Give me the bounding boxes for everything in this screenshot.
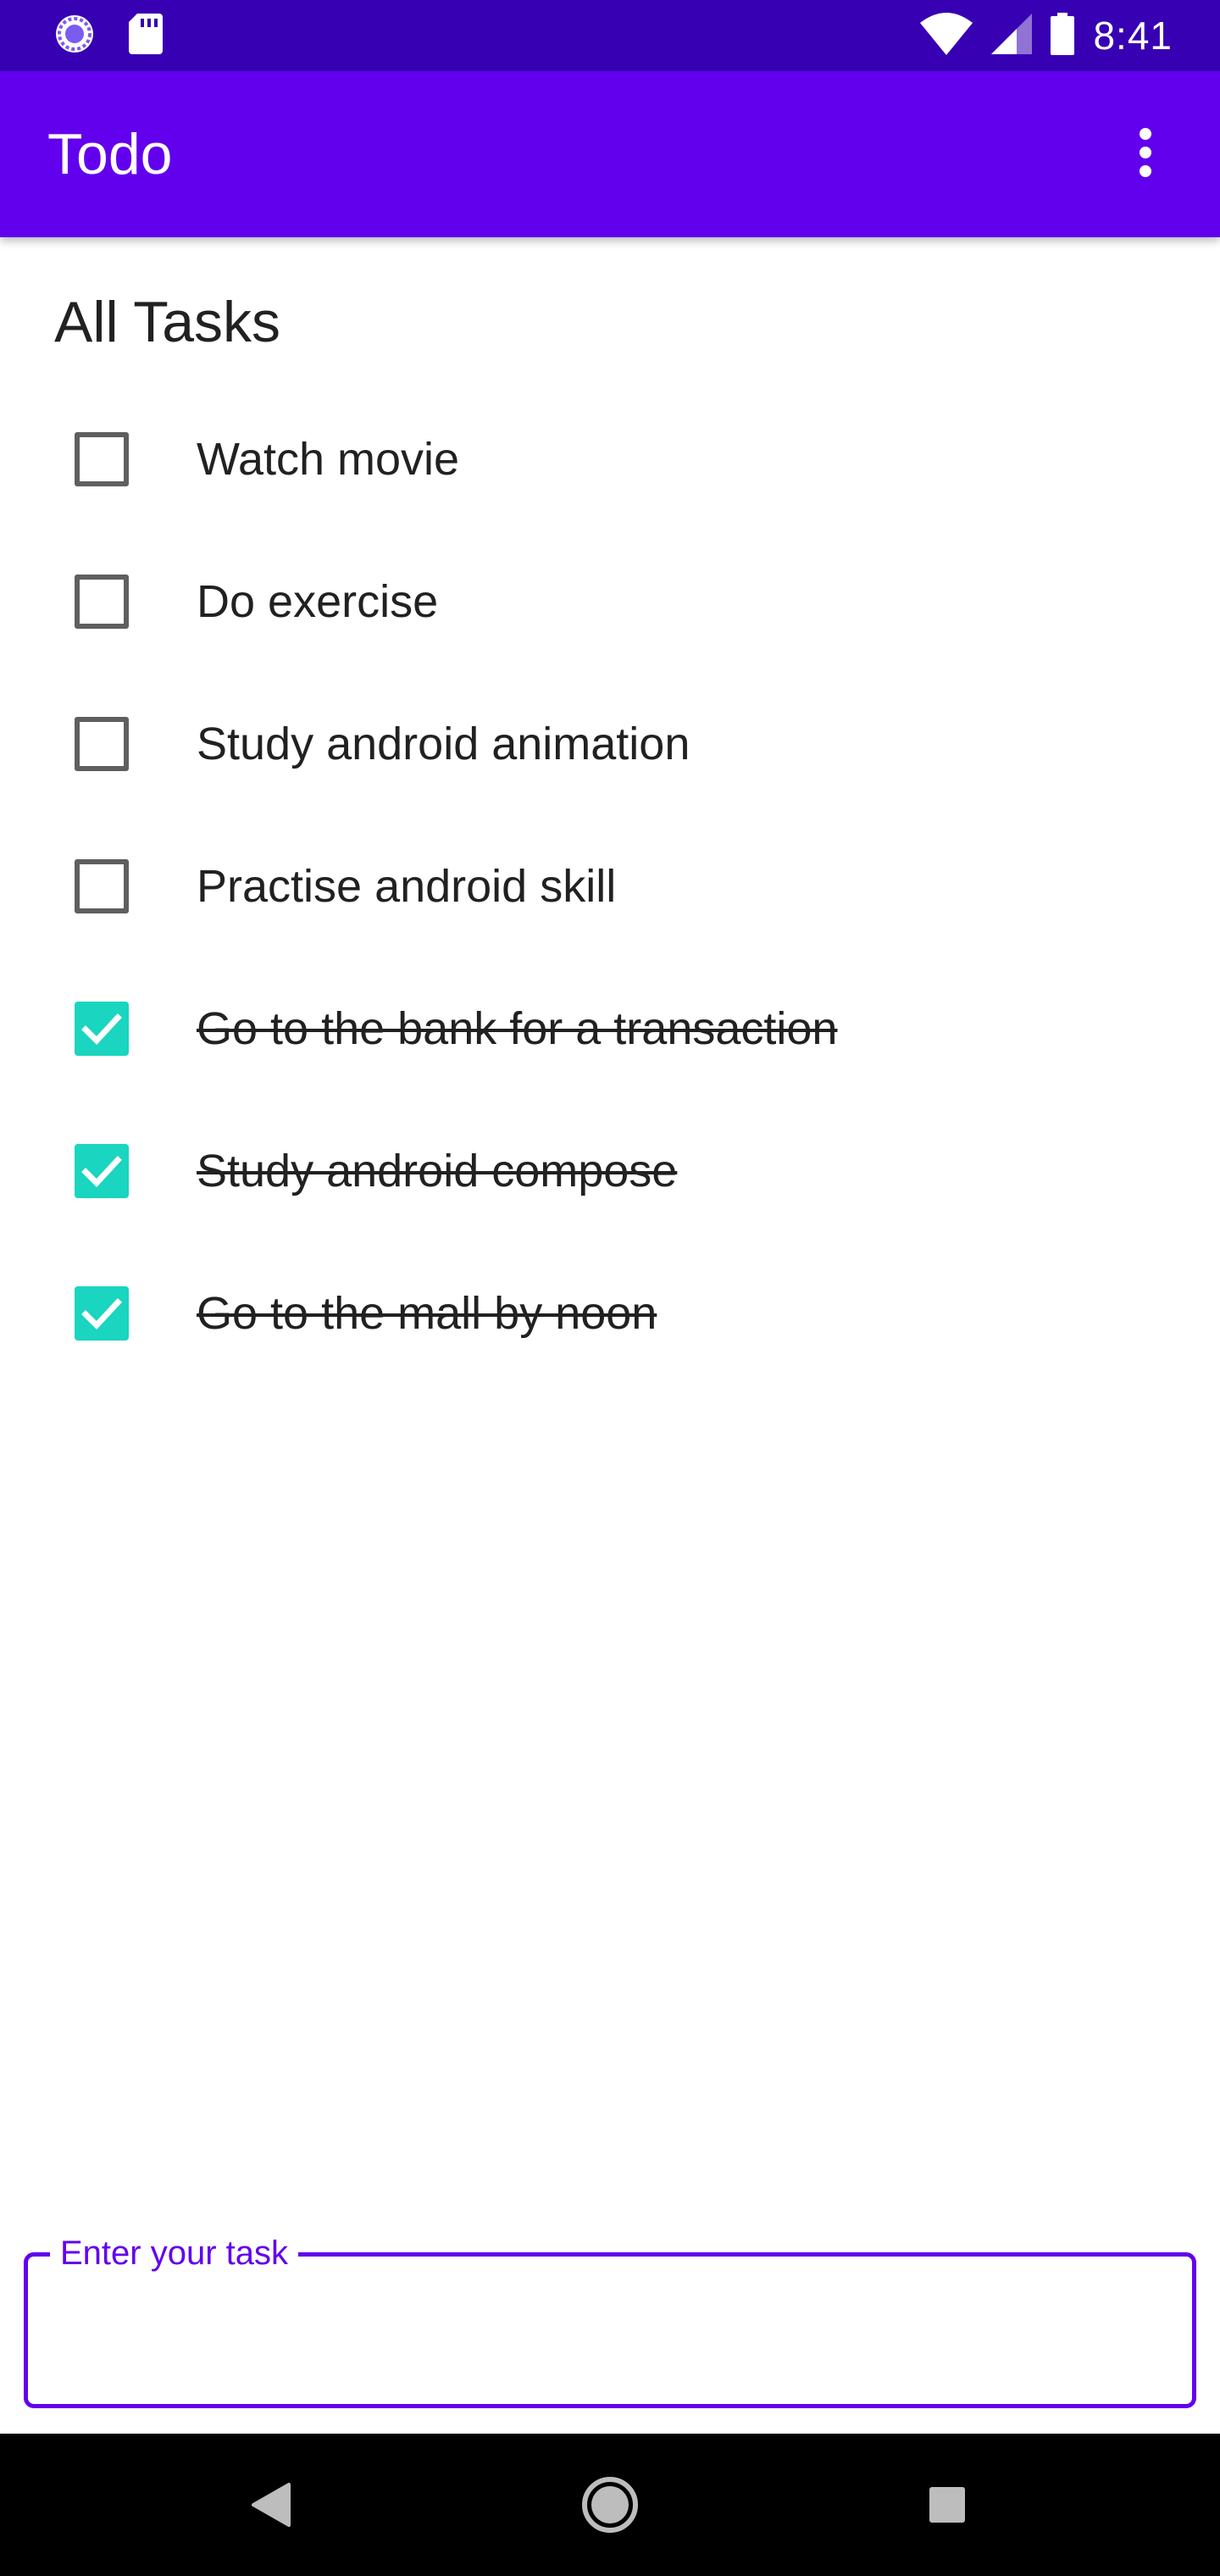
screen: 8:41 Todo All Tasks Watch movie Do exerc… (0, 0, 1220, 2576)
recents-icon (929, 2487, 965, 2523)
task-item[interactable]: Study android animation (0, 673, 1220, 815)
nav-bar (0, 2434, 1220, 2576)
task-input-label: Enter your task (50, 2228, 299, 2279)
task-label: Practise android skill (197, 861, 617, 912)
status-right-icons: 8:41 (920, 8, 1173, 63)
overflow-menu-button[interactable] (1105, 114, 1186, 195)
task-list: Watch movie Do exercise Study android an… (0, 388, 1220, 1385)
check-icon (81, 1298, 122, 1330)
task-label: Study android compose (197, 1146, 678, 1196)
task-label: Watch movie (197, 434, 460, 485)
more-vert-icon (1137, 127, 1154, 182)
status-bar: 8:41 (0, 0, 1220, 71)
task-checkbox[interactable] (75, 1002, 129, 1056)
task-checkbox[interactable] (75, 432, 129, 486)
section-title: All Tasks (54, 290, 281, 354)
status-time: 8:41 (1093, 14, 1173, 58)
task-item[interactable]: Go to the bank for a transaction (0, 958, 1220, 1100)
battery-icon (1051, 12, 1075, 59)
task-checkbox[interactable] (75, 859, 129, 913)
task-item[interactable]: Study android compose (0, 1100, 1220, 1242)
sd-card-icon (129, 13, 163, 58)
task-label: Go to the bank for a transaction (197, 1003, 838, 1054)
home-icon (582, 2477, 638, 2533)
back-button[interactable] (234, 2468, 308, 2542)
task-item[interactable]: Go to the mall by noon (0, 1242, 1220, 1385)
task-label: Do exercise (197, 576, 439, 627)
task-item[interactable]: Practise android skill (0, 815, 1220, 958)
task-checkbox[interactable] (75, 1286, 129, 1341)
task-item[interactable]: Watch movie (0, 388, 1220, 530)
recents-button[interactable] (910, 2468, 984, 2542)
task-label: Study android animation (197, 719, 690, 769)
app-bar: Todo (0, 71, 1220, 237)
check-icon (81, 1156, 122, 1188)
back-icon (252, 2483, 291, 2527)
task-checkbox[interactable] (75, 1144, 129, 1198)
check-icon (81, 1013, 122, 1046)
app-title: Todo (47, 122, 173, 186)
cell-signal-icon (991, 13, 1033, 58)
status-left-icons (54, 13, 163, 58)
wifi-icon (920, 12, 973, 59)
task-input-field[interactable]: Enter your task (24, 2228, 1196, 2408)
home-button[interactable] (573, 2468, 647, 2542)
task-label: Go to the mall by noon (197, 1288, 657, 1339)
task-checkbox[interactable] (75, 717, 129, 771)
task-checkbox[interactable] (75, 575, 129, 629)
task-item[interactable]: Do exercise (0, 530, 1220, 673)
task-input[interactable] (58, 2290, 1163, 2368)
sync-icon (54, 14, 95, 58)
